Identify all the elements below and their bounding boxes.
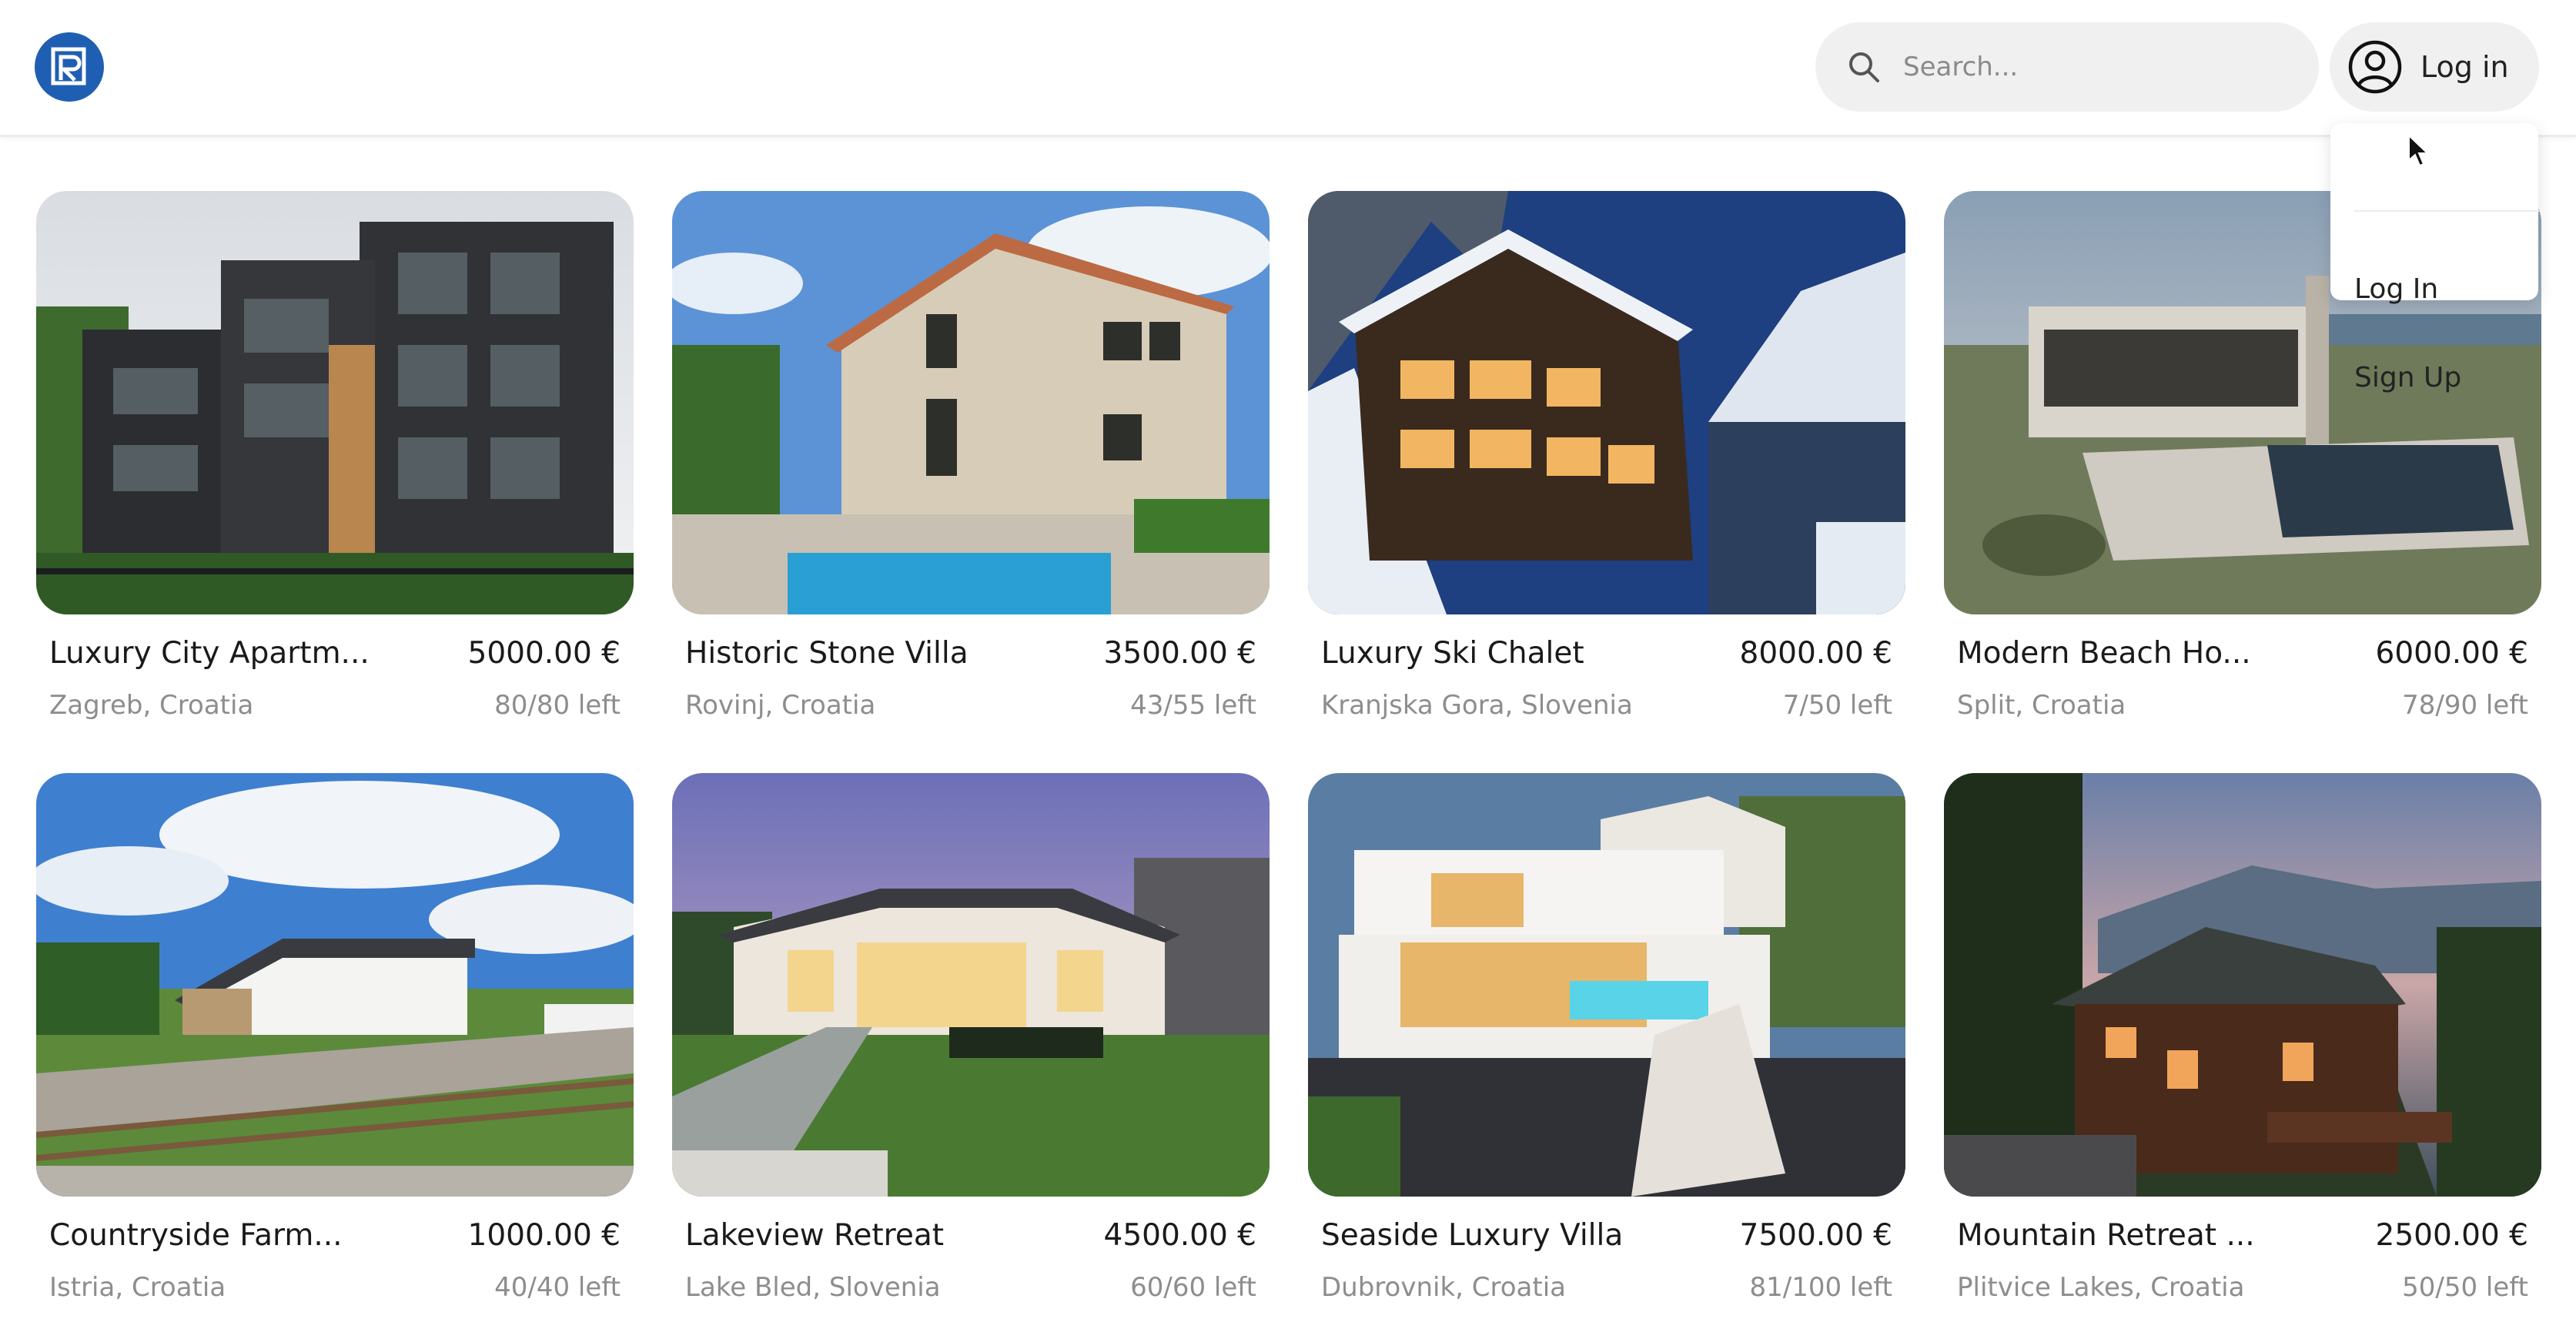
listing-title[interactable]: Countryside Farm... (49, 1218, 343, 1253)
listing-image[interactable] (1308, 191, 1905, 614)
listing-title[interactable]: Seaside Luxury Villa (1321, 1218, 1623, 1253)
city-apartment-image (36, 191, 634, 614)
listing-availability: 40/40 left (494, 1272, 621, 1303)
farmhouse-image (36, 773, 634, 1197)
mouse-cursor-icon (2408, 134, 2430, 167)
listing-location: Dubrovnik, Croatia (1321, 1272, 1566, 1303)
mountain-cabin-image (1944, 773, 2541, 1197)
listing-price: 7500.00 € (1739, 1218, 1893, 1253)
search-input[interactable] (1903, 40, 2303, 94)
listing-location: Split, Croatia (1957, 690, 2126, 721)
listing-image[interactable] (672, 191, 1270, 614)
listing-price: 4500.00 € (1103, 1218, 1257, 1253)
listing-availability: 81/100 left (1749, 1272, 1893, 1303)
search-bar[interactable] (1815, 22, 2319, 112)
account-dropdown-menu: Log In Sign Up (2330, 123, 2539, 393)
listing-title[interactable]: Lakeview Retreat (685, 1218, 944, 1253)
lakeview-image (672, 773, 1270, 1197)
listing-price: 2500.00 € (2375, 1218, 2529, 1253)
listing-availability: 78/90 left (2402, 690, 2528, 721)
listing-location: Lake Bled, Slovenia (685, 1272, 941, 1303)
listing-price: 5000.00 € (467, 636, 621, 671)
listing-title[interactable]: Luxury City Apartm... (49, 636, 370, 671)
listing-image[interactable] (36, 773, 634, 1197)
search-icon (1849, 52, 1879, 82)
listing-location: Rovinj, Croatia (685, 690, 876, 721)
logo-mark-icon (51, 47, 86, 85)
listing-availability: 43/55 left (1130, 690, 1256, 721)
listing-availability: 60/60 left (1130, 1272, 1256, 1303)
listing-availability: 7/50 left (1782, 690, 1892, 721)
menu-item-sign-up[interactable]: Sign Up (2354, 362, 2461, 393)
listing-price: 6000.00 € (2375, 636, 2529, 671)
listing-title[interactable]: Mountain Retreat ... (1957, 1218, 2255, 1253)
listing-image[interactable] (36, 191, 634, 614)
listing-image[interactable] (1944, 773, 2541, 1197)
top-header: Log in (0, 0, 2576, 137)
login-button-label: Log in (2420, 50, 2509, 84)
listing-availability: 80/80 left (494, 690, 621, 721)
user-circle-icon (2348, 40, 2402, 94)
listing-location: Zagreb, Croatia (49, 690, 254, 721)
listing-location: Plitvice Lakes, Croatia (1957, 1272, 2245, 1303)
seaside-villa-image (1308, 773, 1905, 1197)
listing-availability: 50/50 left (2402, 1272, 2528, 1303)
listing-image[interactable] (1308, 773, 1905, 1197)
listing-price: 8000.00 € (1739, 636, 1893, 671)
ski-chalet-image (1308, 191, 1905, 614)
listing-location: Istria, Croatia (49, 1272, 226, 1303)
listing-price: 3500.00 € (1103, 636, 1257, 671)
listing-title[interactable]: Modern Beach Ho... (1957, 636, 2251, 671)
listing-location: Kranjska Gora, Slovenia (1321, 690, 1633, 721)
listing-image[interactable] (672, 773, 1270, 1197)
stone-villa-image (672, 191, 1270, 614)
brand-logo[interactable] (35, 32, 104, 102)
listing-title[interactable]: Luxury Ski Chalet (1321, 636, 1584, 671)
login-button[interactable]: Log in (2330, 22, 2539, 112)
listing-price: 1000.00 € (467, 1218, 621, 1253)
listing-title[interactable]: Historic Stone Villa (685, 636, 969, 671)
menu-divider (2354, 210, 2539, 212)
menu-item-log-in[interactable]: Log In (2354, 273, 2438, 305)
